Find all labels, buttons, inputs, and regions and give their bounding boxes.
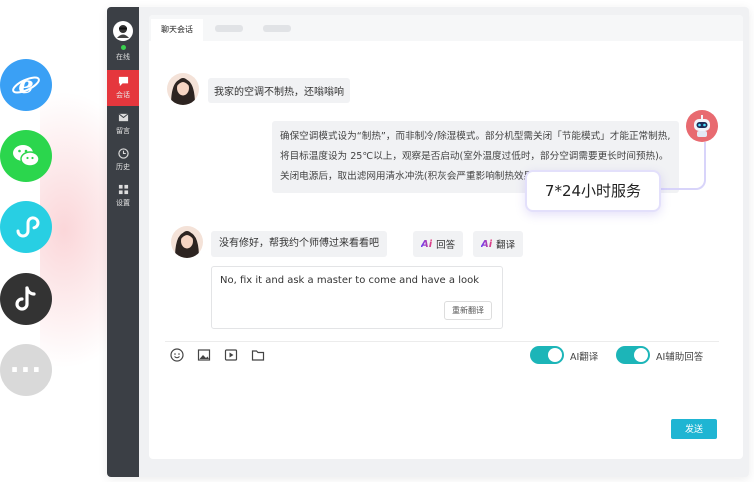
tab-chat-session[interactable]: 聊天会话 xyxy=(151,19,203,41)
robot-avatar-icon xyxy=(686,110,718,142)
sidebar-item-chat[interactable]: 会话 xyxy=(107,70,139,106)
customer-avatar xyxy=(171,226,203,258)
ai-logo-icon: Ai xyxy=(481,238,493,250)
sidebar-item-label: 会话 xyxy=(116,91,130,99)
customer-avatar xyxy=(167,73,199,105)
folder-icon[interactable] xyxy=(251,348,265,362)
wechat-icon[interactable] xyxy=(0,130,52,182)
mini-program-icon[interactable] xyxy=(0,201,52,253)
status-label: 在线 xyxy=(116,53,130,61)
image-icon[interactable] xyxy=(197,348,211,362)
sidebar-item-history[interactable]: 历史 xyxy=(107,142,139,178)
customer-message: 没有修好，帮我约个师傅过来看看吧 xyxy=(211,231,387,257)
tab-placeholder[interactable] xyxy=(263,25,291,32)
online-dot xyxy=(121,45,126,50)
ai-translate-toggle[interactable] xyxy=(530,346,564,364)
clock-icon xyxy=(117,148,129,159)
sidebar-item-label: 留言 xyxy=(116,127,130,135)
chat-icon xyxy=(118,76,128,87)
ie-icon[interactable]: e xyxy=(0,59,52,111)
divider xyxy=(165,341,719,342)
mail-icon xyxy=(118,113,128,122)
emoji-icon[interactable] xyxy=(170,348,184,362)
app-window: 在线 会话 留言 历史 设置 聊天会话 我家的空调不制热，还嗡嗡响 确保空调模式… xyxy=(107,7,749,477)
ai-reply-label: 回答 xyxy=(436,240,456,251)
grid-icon xyxy=(118,184,128,195)
avatar[interactable] xyxy=(113,21,133,41)
ai-reply-button[interactable]: Ai 回答 xyxy=(413,231,464,257)
translation-box: No, fix it and ask a master to come and … xyxy=(211,266,503,329)
ai-logo-icon: Ai xyxy=(421,238,433,250)
customer-message: 我家的空调不制热，还嗡嗡响 xyxy=(208,78,350,103)
sidebar-item-label: 历史 xyxy=(116,163,130,171)
sidebar-item-messages[interactable]: 留言 xyxy=(107,106,139,142)
sidebar-item-settings[interactable]: 设置 xyxy=(107,178,139,214)
stage: e ... 在线 会话 留言 历史 设置 聊天会话 我家的空调不制热，还嗡嗡响 … xyxy=(0,0,754,482)
translation-text: No, fix it and ask a master to come and … xyxy=(220,275,480,286)
retranslate-button[interactable]: 重新翻译 xyxy=(444,301,492,320)
tiktok-icon[interactable] xyxy=(0,273,52,325)
tab-placeholder[interactable] xyxy=(215,25,243,32)
svg-text:e: e xyxy=(18,70,33,99)
ai-assist-toggle-label: AI辅助回答 xyxy=(656,352,704,363)
sidebar: 在线 会话 留言 历史 设置 xyxy=(107,7,139,477)
more-icon[interactable]: ... xyxy=(0,344,52,396)
sidebar-item-label: 设置 xyxy=(116,199,130,207)
chat-panel: 聊天会话 我家的空调不制热，还嗡嗡响 确保空调模式设为“制热”，而非制冷/除湿模… xyxy=(149,15,743,459)
service-hours-badge: 7*24小时服务 xyxy=(525,170,661,212)
video-icon[interactable] xyxy=(224,348,238,362)
send-button[interactable]: 发送 xyxy=(671,419,717,439)
ai-translate-label: 翻译 xyxy=(496,240,516,251)
ai-translate-toggle-label: AI翻译 xyxy=(570,352,599,363)
ai-translate-button[interactable]: Ai 翻译 xyxy=(473,231,524,257)
ai-assist-toggle[interactable] xyxy=(616,346,650,364)
